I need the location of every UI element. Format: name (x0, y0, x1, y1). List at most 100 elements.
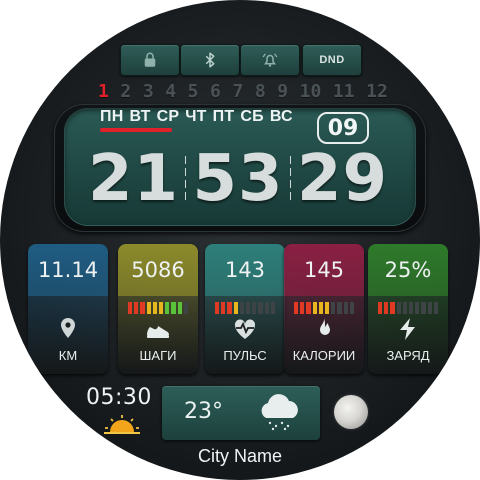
lightning-icon (400, 318, 415, 340)
stat-tile[interactable]: 145 КАЛОРИИ (284, 244, 364, 374)
bar-segment (258, 302, 263, 314)
month-indicator: 1 2 3 4 5 6 7 8 9 10 11 12 (98, 80, 388, 102)
bar-segment (427, 302, 432, 314)
stat-tile[interactable]: 143 ПУЛЬС (205, 244, 285, 374)
cloud-snow-icon (261, 394, 298, 431)
tile-label: ЗАРЯД (386, 348, 430, 363)
moon-phase-icon (334, 395, 368, 429)
month-number: 3 (142, 80, 154, 102)
month-number: 10 (299, 80, 322, 102)
weekday-label: ЧТ (185, 108, 207, 125)
tile-label: ПУЛЬС (223, 348, 267, 363)
bar-segment (239, 302, 245, 314)
month-number: 2 (120, 80, 132, 102)
bar-segment (264, 302, 269, 314)
time-separator (185, 156, 187, 202)
flame-icon (320, 318, 330, 335)
bar-segment (246, 302, 251, 314)
weekday-indicator (100, 128, 172, 132)
bar-segment (409, 302, 414, 314)
lock-button[interactable] (120, 44, 180, 76)
time-minutes: 53 (192, 142, 284, 216)
tile-icon-wrap (368, 316, 448, 342)
tile-value: 143 (224, 258, 266, 282)
weekday-label: ПТ (212, 108, 235, 125)
tile-icon-wrap (28, 316, 108, 342)
temperature: 23° (184, 399, 223, 424)
bar-segment (325, 302, 330, 314)
date-value: 09 (327, 115, 359, 141)
bar-segment (337, 302, 342, 314)
bar-segment (402, 302, 408, 314)
bar-segment (183, 302, 189, 314)
stat-tile[interactable]: 25% ЗАРЯД (368, 244, 448, 374)
tile-value: 5086 (131, 258, 185, 282)
weekday-label: ВТ (129, 108, 151, 125)
month-number: 7 (232, 80, 244, 102)
weekday-label: СБ (240, 108, 264, 125)
stat-tile[interactable]: 5086 ШАГИ (118, 244, 198, 374)
weekday-label: ПН (100, 108, 124, 125)
month-number: 1 (98, 80, 109, 102)
bar-segment (252, 302, 257, 314)
alarm-button[interactable] (240, 44, 300, 76)
tile-icon-wrap (118, 316, 198, 342)
bar-segment (146, 302, 151, 314)
tile-label: ШАГИ (139, 348, 177, 363)
weekday-label: ВС (269, 108, 293, 125)
bar-segment (331, 302, 336, 314)
weather-widget[interactable]: 23° (162, 386, 320, 440)
sunrise-icon (104, 415, 140, 434)
bar-segment (433, 302, 439, 314)
bar-segment (221, 302, 226, 314)
tile-progress-bar (215, 302, 276, 314)
bar-segment (318, 302, 324, 314)
bluetooth-icon (205, 52, 215, 68)
weekday-label: СР (156, 108, 180, 125)
month-number: 12 (366, 80, 388, 102)
dnd-button[interactable]: DND (302, 44, 362, 76)
tile-value: 25% (384, 258, 432, 282)
bar-segment (227, 302, 232, 314)
shoe-icon (147, 326, 169, 338)
month-number: 4 (165, 80, 177, 102)
tile-progress-bar (128, 302, 189, 314)
watch-face: DND 1 2 3 4 5 6 7 8 9 10 11 12 ПН ВТ СР ЧТ ПТ СБ ВС 09 21… (0, 0, 480, 480)
month-number: 5 (187, 80, 199, 102)
bar-segment (177, 302, 182, 314)
bar-segment (270, 302, 276, 314)
time-separator (289, 156, 291, 202)
month-number: 8 (254, 80, 266, 102)
tile-progress-bar (294, 302, 355, 314)
bar-segment (349, 302, 355, 314)
tile-icon-wrap (284, 316, 364, 342)
alarm-bell-icon (262, 53, 278, 67)
bar-segment (378, 302, 383, 314)
bar-segment (300, 302, 305, 314)
time-hours: 21 (88, 142, 180, 216)
bar-segment (215, 302, 220, 314)
lock-icon (144, 52, 156, 67)
bar-segment (306, 302, 311, 314)
bar-segment (415, 302, 420, 314)
tile-icon-wrap (205, 316, 285, 342)
main-time: 21 53 29 (88, 138, 388, 220)
sunrise-time: 05:30 (86, 385, 152, 410)
time-seconds: 29 (296, 142, 388, 216)
tile-label: КМ (58, 348, 78, 363)
location-pin-icon (61, 318, 75, 338)
bar-segment (312, 302, 317, 314)
dnd-label: DND (319, 54, 345, 66)
weekday-row: ПН ВТ СР ЧТ ПТ СБ ВС (100, 108, 293, 126)
heart-pulse-icon (234, 319, 256, 339)
month-number: 9 (277, 80, 289, 102)
bar-segment (159, 302, 164, 314)
tile-label: КАЛОРИИ (292, 348, 356, 363)
stat-tile[interactable]: 11.14 КМ (28, 244, 108, 374)
bar-segment (165, 302, 170, 314)
bluetooth-button[interactable] (180, 44, 240, 76)
bar-segment (294, 302, 299, 314)
bar-segment (384, 302, 389, 314)
bar-segment (233, 302, 238, 314)
bar-segment (396, 302, 401, 314)
